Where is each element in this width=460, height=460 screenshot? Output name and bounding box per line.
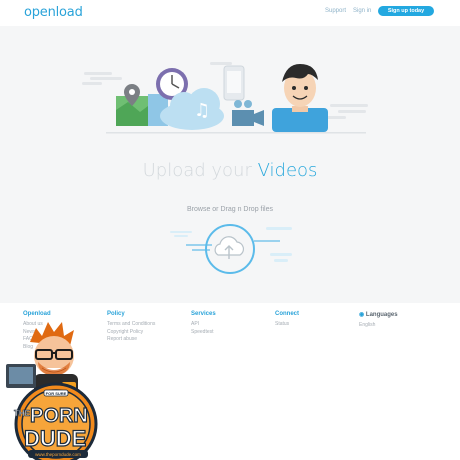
footer-heading: Policy bbox=[107, 311, 125, 317]
video-camera-icon bbox=[232, 100, 264, 126]
language-option[interactable]: English bbox=[359, 322, 398, 330]
upload-dropzone[interactable] bbox=[170, 219, 295, 279]
footer-link[interactable]: Status bbox=[275, 321, 299, 329]
browse-files-link[interactable]: Browse or Drag n Drop files bbox=[0, 206, 460, 213]
footer-link[interactable]: API bbox=[191, 321, 216, 329]
map-pin-icon bbox=[116, 84, 148, 126]
openload-logo[interactable]: openload bbox=[24, 5, 83, 20]
upload-title-highlight: Videos bbox=[257, 160, 318, 181]
footer-heading: ◉ Languages bbox=[359, 311, 398, 318]
support-link[interactable]: Support bbox=[325, 8, 346, 14]
footer-link[interactable]: Copyright Policy bbox=[107, 329, 155, 337]
badge-url: www.theporndude.com bbox=[35, 452, 81, 457]
svg-text:♫: ♫ bbox=[194, 100, 210, 121]
badge-text-porn: PORN bbox=[30, 405, 88, 427]
upload-title: Upload your Videos bbox=[0, 160, 460, 181]
footer-column-languages: ◉ Languages English bbox=[359, 311, 398, 330]
porndude-badge[interactable]: THE PORN DUDE www.theporndude.com FOR SU… bbox=[0, 312, 112, 460]
footer-heading: Services bbox=[191, 311, 216, 317]
upload-section: ♫ Upload your Videos Browse or Drag n Dr… bbox=[0, 26, 460, 303]
footer-column-connect: Connect Status bbox=[275, 311, 299, 329]
hero-illustration: ♫ bbox=[82, 62, 368, 134]
badge-text-dude: DUDE bbox=[24, 426, 86, 451]
avatar bbox=[272, 64, 328, 132]
badge-sash: FOR SURE bbox=[46, 391, 67, 396]
globe-icon: ◉ bbox=[359, 312, 365, 318]
signup-button[interactable]: Sign up today bbox=[378, 6, 434, 16]
footer-link[interactable]: Speedtest bbox=[191, 329, 216, 337]
footer-column-policy: Policy Terms and Conditions Copyright Po… bbox=[107, 311, 155, 344]
signin-link[interactable]: Sign in bbox=[353, 8, 371, 14]
languages-heading: Languages bbox=[365, 312, 398, 318]
upload-title-prefix: Upload your bbox=[142, 160, 252, 181]
footer-column-services: Services API Speedtest bbox=[191, 311, 216, 336]
badge-text-the: THE bbox=[14, 409, 31, 418]
phone-icon bbox=[223, 65, 245, 101]
footer-link[interactable]: Terms and Conditions bbox=[107, 321, 155, 329]
footer-link[interactable]: Report abuse bbox=[107, 336, 155, 344]
footer-heading: Connect bbox=[275, 311, 299, 317]
top-bar: openload Support Sign in Sign up today bbox=[0, 0, 460, 26]
cloud-upload-icon bbox=[214, 236, 245, 259]
